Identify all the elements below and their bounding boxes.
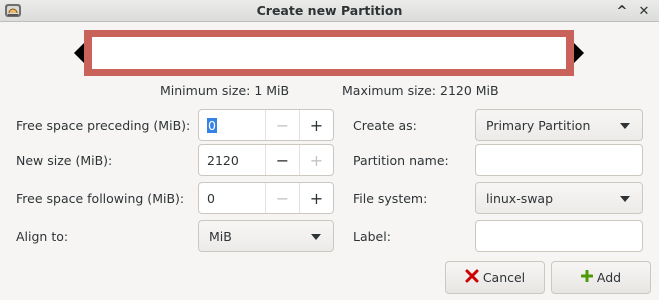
new-size-increment-button[interactable]: + — [299, 145, 333, 175]
cancel-icon — [465, 269, 479, 286]
free-following-decrement-button[interactable]: − — [265, 183, 299, 213]
minus-icon: − — [275, 150, 290, 170]
partition-name-label: Partition name: — [353, 153, 449, 168]
free-following-value: 0 — [207, 190, 215, 206]
free-preceding-decrement-button[interactable]: − — [265, 110, 299, 140]
free-preceding-increment-button[interactable]: + — [299, 110, 333, 140]
plus-icon: + — [309, 150, 324, 170]
minus-icon: − — [275, 188, 290, 208]
minus-icon: − — [275, 115, 290, 135]
maximum-size-label: Maximum size: 2120 MiB — [342, 83, 499, 98]
title-bar: Create new Partition ^ ✕ — [0, 0, 659, 22]
add-icon — [580, 269, 594, 285]
free-following-input[interactable]: 0 — [199, 183, 265, 213]
create-as-dropdown[interactable]: Primary Partition — [475, 109, 643, 141]
align-to-value: MiB — [209, 228, 232, 244]
resize-handle-left[interactable] — [74, 43, 84, 63]
window-title: Create new Partition — [256, 3, 403, 18]
file-system-label: File system: — [353, 191, 428, 206]
file-system-value: linux-swap — [486, 190, 554, 206]
new-size-value: 2120 — [207, 152, 239, 168]
cancel-label: Cancel — [482, 270, 526, 285]
close-icon: ✕ — [638, 3, 650, 19]
close-button[interactable]: ✕ — [635, 2, 653, 20]
create-as-value: Primary Partition — [486, 117, 591, 133]
chevron-down-icon — [620, 123, 630, 129]
new-size-label: New size (MiB): — [16, 153, 113, 168]
plus-icon: + — [309, 188, 324, 208]
minimize-button[interactable]: ^ — [613, 2, 631, 20]
partition-name-input[interactable] — [475, 144, 643, 176]
new-size-input[interactable]: 2120 — [199, 145, 265, 175]
free-preceding-input[interactable]: 0 — [199, 110, 265, 140]
new-size-spinbox[interactable]: 2120 − + — [198, 144, 334, 176]
free-preceding-value: 0 — [207, 117, 217, 133]
free-following-spinbox[interactable]: 0 − + — [198, 182, 334, 214]
resize-handle-right[interactable] — [574, 43, 584, 63]
free-preceding-spinbox[interactable]: 0 − + — [198, 109, 334, 141]
cancel-button[interactable]: Cancel — [445, 261, 545, 294]
chevron-up-icon: ^ — [616, 3, 628, 19]
fs-label-input[interactable] — [475, 220, 643, 252]
free-preceding-label: Free space preceding (MiB): — [16, 118, 191, 133]
create-as-label: Create as: — [353, 118, 417, 133]
file-system-dropdown[interactable]: linux-swap — [475, 182, 643, 214]
chevron-down-icon — [311, 234, 321, 240]
align-to-label: Align to: — [16, 229, 69, 244]
align-to-dropdown[interactable]: MiB — [198, 220, 334, 252]
fs-label-label: Label: — [353, 229, 391, 244]
new-size-decrement-button[interactable]: − — [265, 145, 299, 175]
minimum-size-label: Minimum size: 1 MiB — [160, 83, 290, 98]
chevron-down-icon — [620, 196, 630, 202]
add-label: Add — [596, 270, 622, 285]
partition-size-visual[interactable] — [84, 30, 574, 76]
free-following-label: Free space following (MiB): — [16, 191, 185, 206]
partition-fill — [92, 37, 566, 69]
free-following-increment-button[interactable]: + — [299, 183, 333, 213]
add-button[interactable]: Add — [551, 261, 651, 294]
plus-icon: + — [309, 115, 324, 135]
